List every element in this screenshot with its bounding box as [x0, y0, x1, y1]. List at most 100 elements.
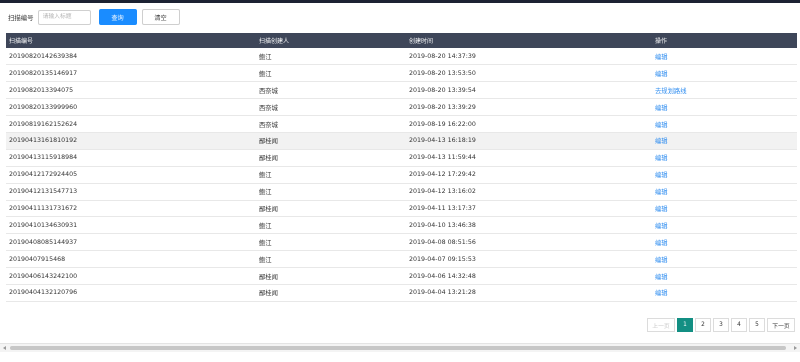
page-2-button[interactable]: 2 — [695, 318, 711, 332]
cell-action: 编辑 — [652, 183, 797, 201]
cell-action: 编辑 — [652, 48, 797, 66]
edit-link[interactable]: 编辑 — [655, 290, 668, 297]
cell-created-time: 2019-04-04 13:21:28 — [406, 284, 652, 302]
column-header-actions: 操作 — [652, 33, 797, 48]
table-row[interactable]: 20190820133999960 西奈城 2019-08-20 13:39:2… — [6, 98, 797, 117]
cell-creator: 鲍江 — [256, 166, 406, 184]
table-row[interactable]: 20190404132120796 鄙桂闻 2019-04-04 13:21:2… — [6, 284, 797, 302]
table-row[interactable]: 2019040791546​8 鲍江 2019-04-07 09:15:53 编… — [6, 250, 797, 269]
cell-created-time: 2019-04-13 16:18:19 — [406, 132, 652, 150]
cell-creator: 鄙桂闻 — [256, 267, 406, 285]
prev-page-button[interactable]: 上一页 — [647, 318, 675, 332]
table-row[interactable]: 20190413115918984 鄙桂闻 2019-04-13 11:59:4… — [6, 149, 797, 167]
edit-link[interactable]: 编辑 — [655, 274, 668, 281]
next-page-button[interactable]: 下一页 — [767, 318, 795, 332]
table-row[interactable]: 20190412172924405 鲍江 2019-04-12 17:29:42… — [6, 166, 797, 184]
scrollbar-thumb[interactable] — [10, 346, 786, 350]
column-header-created-time[interactable]: 创建时间 — [406, 33, 652, 48]
cell-created-time: 2019-04-12 17:29:42 — [406, 166, 652, 184]
edit-link[interactable]: 编辑 — [655, 138, 668, 145]
cell-scan-id: 2019082013394075 — [6, 81, 256, 100]
page-3-button[interactable]: 3 — [713, 318, 729, 332]
cell-created-time: 2019-08-20 14:37:39 — [406, 48, 652, 66]
table-header-row: 扫描编号 扫描创建人 创建时间 操作 — [6, 33, 797, 48]
cell-created-time: 2019-04-08 08:51:56 — [406, 233, 652, 252]
cell-creator: 鲍江 — [256, 250, 406, 269]
cell-action: 编辑 — [652, 216, 797, 235]
edit-link[interactable]: 编辑 — [655, 189, 668, 196]
page-4-button[interactable]: 4 — [731, 318, 747, 332]
clear-button[interactable]: 清空 — [141, 9, 180, 25]
cell-scan-id: 20190410134630931 — [6, 216, 256, 235]
table-row-hovered[interactable]: 20190413161810192 鄙桂闻 2019-04-13 16:18:1… — [6, 132, 797, 150]
cell-action: 去规划路线 — [652, 81, 797, 100]
edit-link[interactable]: 编辑 — [655, 105, 668, 112]
cell-scan-id: 20190413161810192 — [6, 132, 256, 150]
cell-action: 编辑 — [652, 200, 797, 218]
cell-scan-id: 20190413115918984 — [6, 149, 256, 167]
horizontal-scrollbar[interactable] — [0, 343, 800, 352]
plan-route-link[interactable]: 去规划路线 — [655, 88, 686, 95]
cell-action: 编辑 — [652, 267, 797, 285]
edit-link[interactable]: 编辑 — [655, 257, 668, 264]
cell-created-time: 2019-04-12 13:16:02 — [406, 183, 652, 201]
cell-action: 编辑 — [652, 284, 797, 302]
cell-creator: 鲍江 — [256, 216, 406, 235]
table-row[interactable]: 20190820135146917 鲍江 2019-08-20 13:53:50… — [6, 64, 797, 83]
edit-link[interactable]: 编辑 — [655, 54, 668, 61]
edit-link[interactable]: 编辑 — [655, 172, 668, 179]
edit-link[interactable]: 编辑 — [655, 122, 668, 129]
cell-scan-id: 20190412172924405 — [6, 166, 256, 184]
cell-action: 编辑 — [652, 98, 797, 117]
table-row[interactable]: 20190411131731672 鄙桂闻 2019-04-11 13:17:3… — [6, 200, 797, 218]
cell-created-time: 2019-08-20 13:53:50 — [406, 64, 652, 83]
cell-scan-id: 20190820133999960 — [6, 98, 256, 117]
table-row[interactable]: 2019082013394075 西奈城 2019-08-20 13:39:54… — [6, 81, 797, 100]
cell-action: 编辑 — [652, 166, 797, 184]
search-label: 扫描编号 — [8, 13, 34, 22]
table-row[interactable]: 20190819162152624 西奈城 2019-08-19 16:22:0… — [6, 115, 797, 133]
edit-link[interactable]: 编辑 — [655, 240, 668, 247]
edit-link[interactable]: 编辑 — [655, 223, 668, 230]
edit-link[interactable]: 编辑 — [655, 155, 668, 162]
column-header-scan-id[interactable]: 扫描编号 — [6, 33, 256, 48]
search-input[interactable] — [37, 9, 91, 25]
edit-link[interactable]: 编辑 — [655, 71, 668, 78]
cell-created-time: 2019-08-20 13:39:54 — [406, 81, 652, 100]
scan-table: 扫描编号 扫描创建人 创建时间 操作 20190820142639384 鲍江 … — [6, 33, 797, 302]
scroll-right-icon[interactable] — [794, 346, 797, 350]
table-row[interactable]: 20190412131547713 鲍江 2019-04-12 13:16:02… — [6, 183, 797, 201]
cell-created-time: 2019-08-20 13:39:29 — [406, 98, 652, 117]
query-button[interactable]: 查询 — [98, 9, 137, 25]
page-1-button[interactable]: 1 — [677, 318, 693, 332]
cell-creator: 鲍江 — [256, 48, 406, 66]
scroll-left-icon[interactable] — [3, 346, 6, 350]
table-row[interactable]: 20190410134630931 鲍江 2019-04-10 13:46:38… — [6, 216, 797, 235]
cell-scan-id: 20190819162152624 — [6, 115, 256, 133]
cell-scan-id: 20190820135146917 — [6, 64, 256, 83]
table-row[interactable]: 20190408085144937 鲍江 2019-04-08 08:51:56… — [6, 233, 797, 252]
cell-creator: 鄙桂闻 — [256, 149, 406, 167]
cell-created-time: 2019-04-10 13:46:38 — [406, 216, 652, 235]
cell-scan-id: 20190406143242100 — [6, 267, 256, 285]
page-5-button[interactable]: 5 — [749, 318, 765, 332]
cell-creator: 鄙桂闻 — [256, 284, 406, 302]
cell-action: 编辑 — [652, 250, 797, 269]
cell-scan-id: 20190820142639384 — [6, 48, 256, 66]
cell-scan-id: 20190408085144937 — [6, 233, 256, 252]
table-row[interactable]: 20190820142639384 鲍江 2019-08-20 14:37:39… — [6, 48, 797, 66]
table-row[interactable]: 20190406143242100 鄙桂闻 2019-04-06 14:32:4… — [6, 267, 797, 285]
cell-action: 编辑 — [652, 132, 797, 150]
column-header-creator[interactable]: 扫描创建人 — [256, 33, 406, 48]
edit-link[interactable]: 编辑 — [655, 206, 668, 213]
cell-creator: 鲍江 — [256, 183, 406, 201]
search-bar: 扫描编号 查询 清空 — [8, 9, 180, 25]
cell-scan-id: 20190411131731672 — [6, 200, 256, 218]
cell-creator: 鄙桂闻 — [256, 200, 406, 218]
cell-created-time: 2019-08-19 16:22:00 — [406, 115, 652, 133]
cell-created-time: 2019-04-07 09:15:53 — [406, 250, 652, 269]
cell-scan-id: 20190412131547713 — [6, 183, 256, 201]
cell-scan-id: 20190404132120796 — [6, 284, 256, 302]
cell-action: 编辑 — [652, 64, 797, 83]
cell-creator: 鲍江 — [256, 64, 406, 83]
